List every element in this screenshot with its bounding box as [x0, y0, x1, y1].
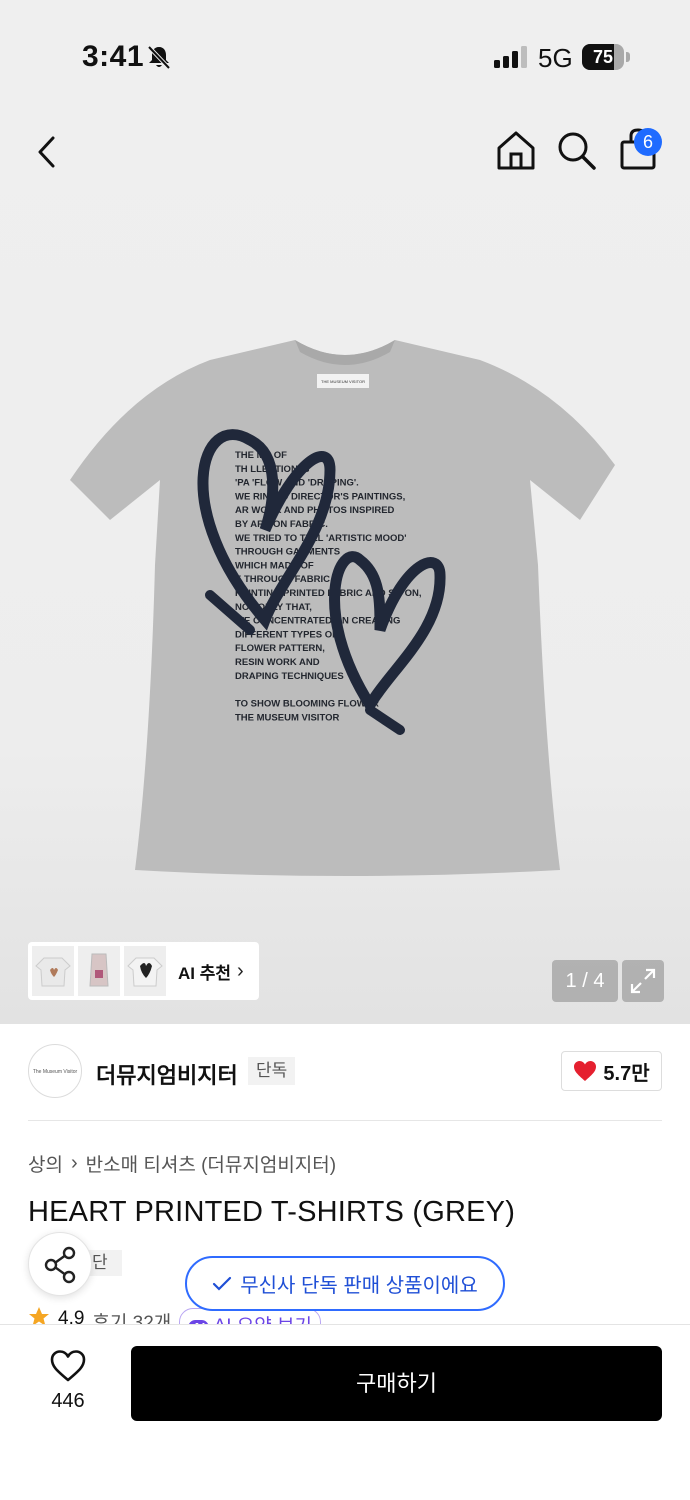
breadcrumb: 상의 › 반소매 티셔츠 (더뮤지엄비지터): [28, 1150, 336, 1177]
home-icon[interactable]: [494, 128, 538, 172]
tshirt-body: [70, 340, 615, 876]
brand-name[interactable]: 더뮤지엄비지터: [96, 1058, 238, 1090]
shirt-print-line: WE TRIED TO TELL 'ARTISTIC MOOD': [235, 533, 406, 544]
shirt-print-line: DRAPING TECHNIQUES: [235, 671, 344, 682]
battery-percent: 75: [592, 47, 614, 67]
bottom-action-bar: 446 구매하기: [0, 1324, 690, 1500]
status-bar: 3:41 5G 75: [0, 0, 690, 110]
brand-logo[interactable]: The Museum Visitor: [28, 1044, 82, 1098]
search-icon[interactable]: [554, 128, 598, 172]
cart-badge: 6: [634, 128, 662, 156]
network-label: 5G: [538, 43, 573, 73]
shirt-print-line: THROUGH GARMENTS: [235, 547, 340, 558]
recommend-thumb-3[interactable]: [124, 946, 166, 996]
wish-count: 446: [51, 1390, 85, 1412]
recommend-thumb-1[interactable]: [32, 946, 74, 996]
neck-label-text: THE MUSEUM VISITOR: [321, 379, 365, 384]
shirt-print-line: AR WORK AND PHOTOS INSPIRED: [235, 505, 395, 516]
ai-recommend-label[interactable]: AI 추천: [178, 959, 231, 984]
share-icon: [44, 1246, 76, 1284]
chevron-right-icon: ›: [70, 1152, 78, 1174]
status-time: 3:41: [82, 40, 145, 73]
heart-outline-icon[interactable]: [50, 1349, 86, 1383]
bell-off-icon: [147, 45, 171, 70]
shirt-print-line: FLOWER PATTERN,: [235, 643, 325, 654]
ai-recommend-strip[interactable]: AI 추천 ›: [28, 942, 259, 1000]
share-button[interactable]: [28, 1232, 92, 1296]
exclusive-toast: 무신사 단독 판매 상품이에요: [185, 1256, 505, 1311]
product-gallery[interactable]: 6 THE MUSEUM VISITOR THE MA OF TH LLECTIO…: [0, 110, 690, 1024]
divider: [28, 1120, 662, 1121]
expand-icon[interactable]: [622, 960, 664, 1002]
exclusive-tag: 단독: [248, 1057, 296, 1085]
heart-filled-icon: [574, 1061, 597, 1081]
battery-icon: 75: [582, 44, 630, 70]
toast-message: 무신사 단독 판매 상품이에요: [240, 1275, 478, 1297]
star-icon: [29, 1307, 49, 1326]
shirt-print-line: RESIN WORK AND: [235, 657, 320, 668]
brand-like-count: 5.7만: [603, 1062, 650, 1085]
chevron-right-icon: ›: [237, 959, 244, 982]
product-title: HEART PRINTED T-SHIRTS (GREY): [28, 1196, 516, 1228]
breadcrumb-item-2[interactable]: 반소매 티셔츠 (더뮤지엄비지터): [86, 1150, 336, 1177]
shirt-print-line: THE MUSEUM VISITOR: [235, 712, 339, 723]
product-image[interactable]: THE MUSEUM VISITOR THE MA OFTH LLECTION …: [60, 330, 630, 890]
breadcrumb-item-1[interactable]: 상의: [28, 1150, 63, 1177]
buy-button[interactable]: 구매하기: [131, 1346, 662, 1421]
signal-icon: [494, 46, 527, 68]
recommend-thumb-2[interactable]: [78, 946, 120, 996]
shirt-print-line: TO SHOW BLOOMING FLOWER: [235, 699, 379, 710]
check-icon: [213, 1276, 232, 1291]
brand-like-button[interactable]: 5.7만: [561, 1051, 662, 1091]
page-indicator: 1 / 4: [552, 960, 618, 1002]
back-icon[interactable]: [26, 130, 70, 174]
